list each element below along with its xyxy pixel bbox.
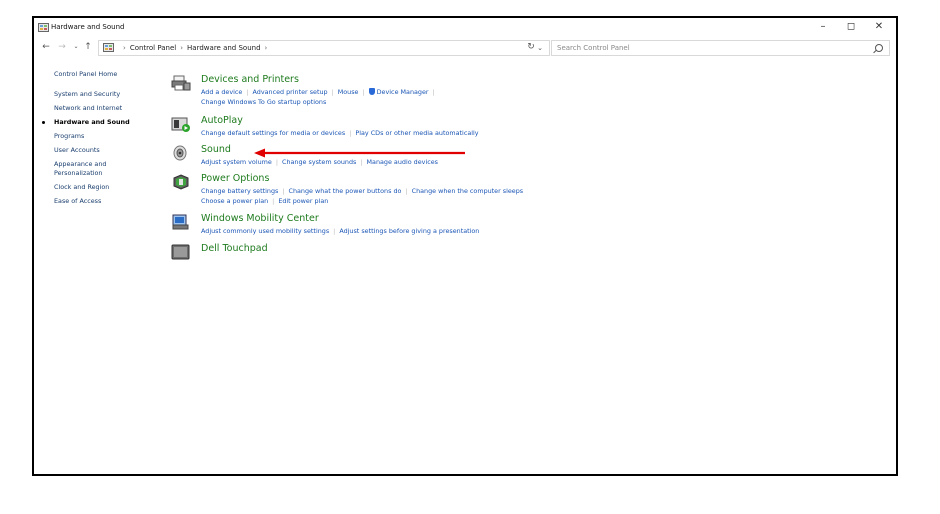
adjust-system-volume-link[interactable]: Adjust system volume	[201, 158, 272, 166]
nav-ease-of-access[interactable]: Ease of Access	[54, 197, 164, 206]
address-bar[interactable]: › Control Panel › Hardware and Sound › ⌄	[98, 40, 550, 56]
nav-hardware-and-sound-label: Hardware and Sound	[54, 118, 130, 126]
close-button[interactable]: ✕	[865, 19, 893, 35]
arrow-up-icon: ↑	[84, 42, 92, 52]
breadcrumb-separator-icon[interactable]: ›	[265, 44, 268, 52]
link-separator: |	[272, 197, 275, 205]
windows-mobility-center-link[interactable]: Windows Mobility Center	[201, 213, 319, 225]
control-panel-icon	[103, 43, 114, 52]
sound-link[interactable]: Sound	[201, 144, 231, 156]
edit-power-plan-link[interactable]: Edit power plan	[278, 197, 328, 205]
change-sleep-time-link[interactable]: Change when the computer sleeps	[412, 187, 524, 195]
battery-icon	[173, 174, 189, 190]
back-button[interactable]: ←	[40, 40, 52, 54]
mobility-center-tasks: Adjust commonly used mobility settings | A…	[201, 226, 479, 236]
manage-audio-devices-link[interactable]: Manage audio devices	[367, 158, 438, 166]
adjust-presentation-settings-link[interactable]: Adjust settings before giving a presenta…	[339, 227, 479, 235]
advanced-printer-setup-link[interactable]: Advanced printer setup	[253, 88, 328, 96]
link-separator: |	[405, 187, 408, 195]
breadcrumb-separator-icon: ›	[123, 44, 126, 52]
link-separator: |	[432, 88, 435, 96]
autoplay-tasks: Change default settings for media or dev…	[201, 128, 479, 138]
link-separator: |	[246, 88, 249, 96]
refresh-button[interactable]: ↻	[524, 40, 538, 54]
search-icon[interactable]	[875, 44, 883, 52]
play-cds-automatically-link[interactable]: Play CDs or other media automatically	[355, 129, 478, 137]
control-panel-window: Hardware and Sound – ◻ ✕ ← → ⌄ ↑ › Contr…	[32, 16, 898, 476]
nav-appearance-and[interactable]: Appearance and	[54, 160, 164, 169]
devices-and-printers-link[interactable]: Devices and Printers	[201, 74, 299, 86]
title-bar: Hardware and Sound – ◻ ✕	[34, 18, 896, 38]
touchpad-icon	[171, 244, 190, 260]
chevron-down-icon: ⌄	[73, 43, 79, 50]
power-options-link[interactable]: Power Options	[201, 173, 269, 185]
dell-touchpad-link[interactable]: Dell Touchpad	[201, 243, 268, 255]
add-a-device-link[interactable]: Add a device	[201, 88, 242, 96]
link-separator: |	[333, 227, 336, 235]
change-system-sounds-link[interactable]: Change system sounds	[282, 158, 356, 166]
windows-to-go-link[interactable]: Change Windows To Go startup options	[201, 98, 326, 106]
printer-icon	[171, 75, 191, 91]
link-separator: |	[331, 88, 334, 96]
nav-clock-and-region[interactable]: Clock and Region	[54, 183, 164, 192]
choose-power-plan-link[interactable]: Choose a power plan	[201, 197, 268, 205]
device-manager-link[interactable]: Device Manager	[368, 88, 429, 96]
breadcrumb-control-panel[interactable]: Control Panel	[130, 44, 176, 52]
shield-icon	[368, 88, 375, 95]
up-button[interactable]: ↑	[82, 40, 94, 54]
nav-user-accounts[interactable]: User Accounts	[54, 146, 164, 155]
link-separator: |	[282, 187, 285, 195]
nav-programs[interactable]: Programs	[54, 132, 164, 141]
devices-and-printers-tasks: Add a device | Advanced printer setup | Mous…	[201, 87, 439, 107]
nav-control-panel-home[interactable]: Control Panel Home	[54, 70, 164, 79]
nav-system-and-security[interactable]: System and Security	[54, 90, 164, 99]
breadcrumb-hardware-and-sound[interactable]: Hardware and Sound	[187, 44, 260, 52]
change-power-buttons-link[interactable]: Change what the power buttons do	[289, 187, 402, 195]
address-dropdown-icon[interactable]: ⌄	[537, 41, 543, 55]
breadcrumb-separator-icon: ›	[180, 44, 184, 52]
arrow-left-icon: ←	[42, 42, 50, 52]
autoplay-link[interactable]: AutoPlay	[201, 115, 243, 127]
sound-tasks: Adjust system volume | Change system sound…	[201, 157, 438, 167]
adjust-mobility-settings-link[interactable]: Adjust commonly used mobility settings	[201, 227, 329, 235]
recent-locations-button[interactable]: ⌄	[70, 40, 82, 54]
restore-button[interactable]: ◻	[837, 19, 865, 35]
search-box[interactable]: Search Control Panel	[551, 40, 890, 56]
device-manager-label: Device Manager	[376, 88, 429, 96]
link-separator: |	[275, 158, 278, 166]
current-page-bullet	[42, 121, 45, 124]
nav-hardware-and-sound[interactable]: Hardware and Sound	[42, 118, 164, 127]
mouse-link[interactable]: Mouse	[338, 88, 359, 96]
left-navigation: Control Panel Home System and Security N…	[42, 70, 164, 206]
forward-button[interactable]: →	[56, 40, 68, 54]
link-separator: |	[362, 88, 365, 96]
red-arrow-annotation	[254, 148, 465, 158]
change-default-media-settings-link[interactable]: Change default settings for media or dev…	[201, 129, 345, 137]
nav-personalization[interactable]: Personalization	[54, 169, 164, 178]
breadcrumb: › Control Panel › Hardware and Sound ›	[119, 41, 271, 55]
window-title: Hardware and Sound	[51, 23, 125, 31]
autoplay-icon	[171, 117, 190, 132]
power-options-tasks: Change battery settings | Change what the …	[201, 186, 523, 206]
speaker-icon	[173, 145, 187, 161]
arrow-right-icon: →	[58, 42, 66, 52]
refresh-icon: ↻	[527, 42, 535, 52]
search-placeholder: Search Control Panel	[557, 44, 630, 52]
mobility-center-icon	[172, 214, 189, 230]
link-separator: |	[360, 158, 363, 166]
navigation-bar: ← → ⌄ ↑ › Control Panel › Hardware and Soun…	[34, 38, 896, 60]
control-panel-icon	[38, 23, 49, 32]
nav-network-and-internet[interactable]: Network and Internet	[54, 104, 164, 113]
link-separator: |	[349, 129, 352, 137]
change-battery-settings-link[interactable]: Change battery settings	[201, 187, 278, 195]
minimize-button[interactable]: –	[809, 19, 837, 35]
